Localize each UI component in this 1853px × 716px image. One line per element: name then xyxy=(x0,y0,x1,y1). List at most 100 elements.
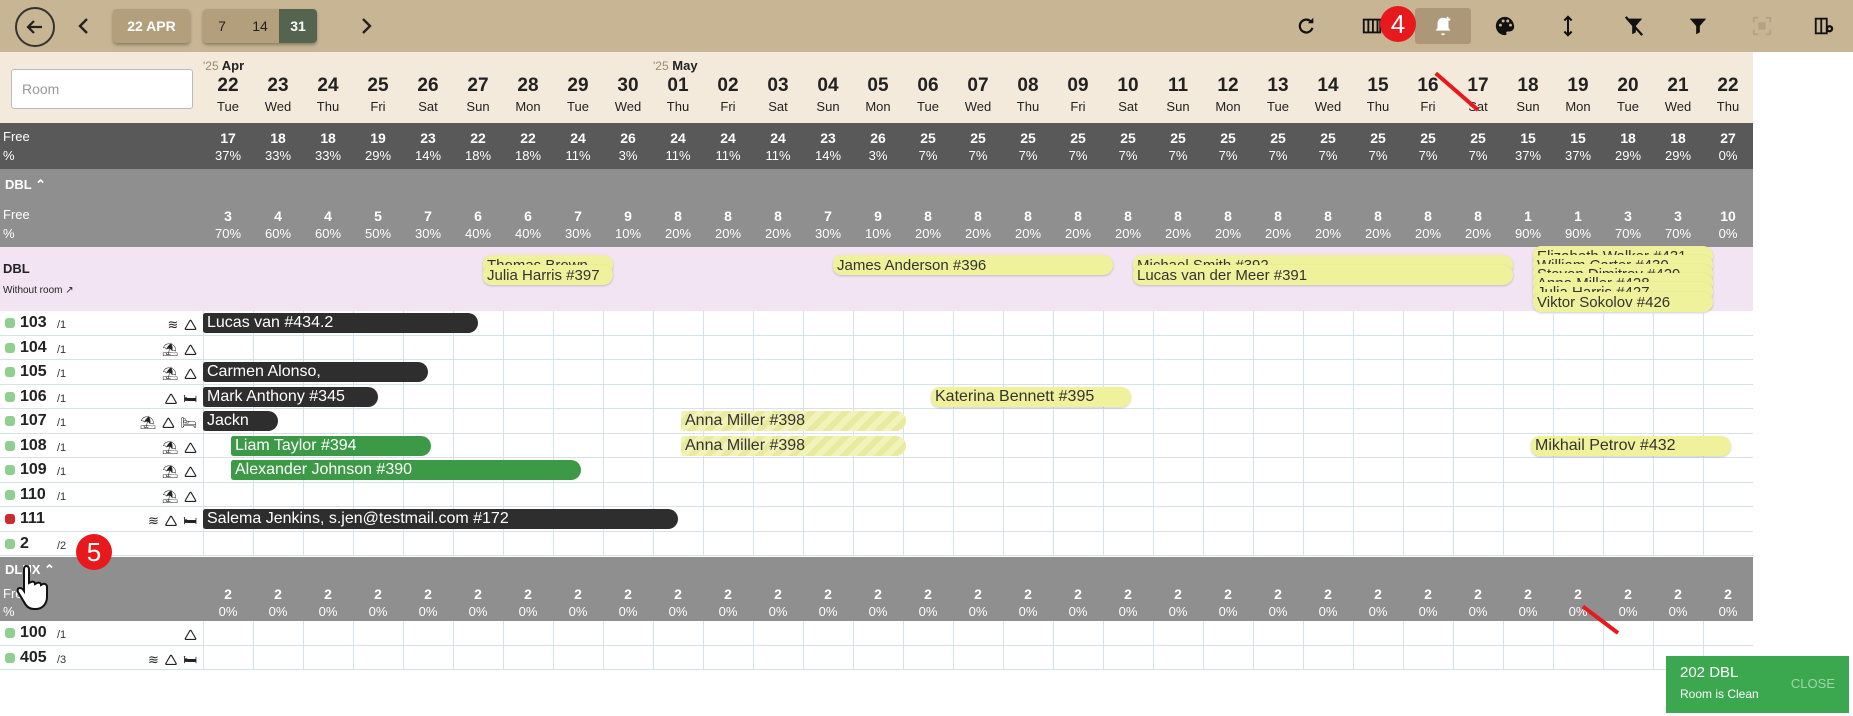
day-header[interactable]: 28 Mon xyxy=(503,52,553,123)
day-cell[interactable] xyxy=(1703,311,1753,335)
day-cell[interactable] xyxy=(603,645,653,669)
day-cell[interactable] xyxy=(1703,621,1753,645)
unassigned-booking[interactable]: Viktor Sokolov #426 xyxy=(1533,292,1713,312)
day-cell[interactable] xyxy=(703,384,753,408)
day-cell[interactable] xyxy=(1653,621,1703,645)
day-cell[interactable] xyxy=(1403,384,1453,408)
day-cell[interactable] xyxy=(1353,409,1403,433)
day-cell[interactable] xyxy=(1553,335,1603,359)
day-cell[interactable] xyxy=(1653,507,1703,531)
back-button[interactable] xyxy=(15,7,55,47)
day-cell[interactable] xyxy=(453,621,503,645)
day-header[interactable]: 04 Sun xyxy=(803,52,853,123)
day-cell[interactable] xyxy=(1353,482,1403,506)
day-cell[interactable] xyxy=(1203,458,1253,482)
day-cell[interactable] xyxy=(1053,621,1103,645)
day-cell[interactable] xyxy=(353,621,403,645)
day-header[interactable]: 07 Wed xyxy=(953,52,1003,123)
day-cell[interactable] xyxy=(603,482,653,506)
day-cell[interactable] xyxy=(1003,482,1053,506)
room-status-dot[interactable] xyxy=(5,628,15,638)
day-cell[interactable] xyxy=(503,482,553,506)
day-cell[interactable] xyxy=(1253,531,1303,555)
day-cell[interactable] xyxy=(1003,409,1053,433)
day-cell[interactable] xyxy=(1403,645,1453,669)
day-cell[interactable] xyxy=(1203,482,1253,506)
day-cell[interactable] xyxy=(1553,458,1603,482)
day-cell[interactable] xyxy=(1553,531,1603,555)
day-cell[interactable] xyxy=(653,645,703,669)
range-button-14[interactable]: 14 xyxy=(241,9,279,43)
day-cell[interactable] xyxy=(1503,384,1553,408)
day-cell[interactable] xyxy=(1053,531,1103,555)
day-cell[interactable] xyxy=(1303,311,1353,335)
day-cell[interactable] xyxy=(1253,335,1303,359)
day-cell[interactable] xyxy=(953,507,1003,531)
day-cell[interactable] xyxy=(203,482,253,506)
day-cell[interactable] xyxy=(1153,433,1203,457)
range-button-7[interactable]: 7 xyxy=(203,9,241,43)
day-cell[interactable] xyxy=(953,311,1003,335)
day-cell[interactable] xyxy=(1703,458,1753,482)
day-cell[interactable] xyxy=(1703,482,1753,506)
day-cell[interactable] xyxy=(1003,621,1053,645)
day-cell[interactable] xyxy=(1203,531,1253,555)
booking-bar[interactable]: Mark Anthony #345 xyxy=(203,386,378,407)
day-cell[interactable] xyxy=(903,507,953,531)
day-cell[interactable] xyxy=(953,531,1003,555)
day-cell[interactable] xyxy=(703,482,753,506)
day-header[interactable]: 22 Tue xyxy=(203,52,253,123)
day-cell[interactable] xyxy=(1103,621,1153,645)
day-cell[interactable] xyxy=(403,621,453,645)
day-cell[interactable] xyxy=(553,621,603,645)
day-cell[interactable] xyxy=(253,621,303,645)
day-cell[interactable] xyxy=(453,645,503,669)
day-cell[interactable] xyxy=(353,482,403,506)
day-cell[interactable] xyxy=(803,507,853,531)
day-cell[interactable] xyxy=(1153,311,1203,335)
day-cell[interactable] xyxy=(1453,507,1503,531)
day-cell[interactable] xyxy=(1153,360,1203,384)
day-cell[interactable] xyxy=(553,384,603,408)
day-cell[interactable] xyxy=(1303,433,1353,457)
day-cell[interactable] xyxy=(603,458,653,482)
day-cell[interactable] xyxy=(1053,482,1103,506)
day-header[interactable]: 25 Fri xyxy=(353,52,403,123)
day-header[interactable]: 26 Sat xyxy=(403,52,453,123)
day-cell[interactable] xyxy=(1453,360,1503,384)
day-cell[interactable] xyxy=(753,507,803,531)
day-cell[interactable] xyxy=(303,531,353,555)
range-button-31[interactable]: 31 xyxy=(279,9,317,43)
day-cell[interactable] xyxy=(1603,409,1653,433)
day-cell[interactable] xyxy=(553,645,603,669)
day-cell[interactable] xyxy=(453,335,503,359)
day-header[interactable]: 09 Fri xyxy=(1053,52,1103,123)
day-cell[interactable] xyxy=(253,482,303,506)
day-cell[interactable] xyxy=(953,360,1003,384)
day-header[interactable]: 17Sat xyxy=(1453,52,1503,123)
day-cell[interactable] xyxy=(853,621,903,645)
booking-bar[interactable]: Lucas van #434.2 xyxy=(203,313,478,333)
day-cell[interactable] xyxy=(1453,645,1503,669)
day-cell[interactable] xyxy=(1403,507,1453,531)
section-header-dlux[interactable]: DLUX ⌃ xyxy=(0,557,1753,583)
day-cell[interactable] xyxy=(503,621,553,645)
day-cell[interactable] xyxy=(1253,384,1303,408)
day-cell[interactable] xyxy=(303,645,353,669)
day-cell[interactable] xyxy=(1703,531,1753,555)
room-status-dot[interactable] xyxy=(5,538,15,549)
day-cell[interactable] xyxy=(303,335,353,359)
day-cell[interactable] xyxy=(803,621,853,645)
day-cell[interactable] xyxy=(603,409,653,433)
day-cell[interactable] xyxy=(903,335,953,359)
day-cell[interactable] xyxy=(1053,433,1103,457)
room-status-dot[interactable] xyxy=(5,489,15,500)
day-cell[interactable] xyxy=(1453,482,1503,506)
add-notification-button[interactable] xyxy=(1415,8,1471,44)
refresh-button[interactable] xyxy=(1286,8,1326,44)
day-header[interactable]: 05 Mon xyxy=(853,52,903,123)
day-cell[interactable] xyxy=(1503,335,1553,359)
booking-bar[interactable]: Anna Miller #398 xyxy=(681,435,906,456)
day-cell[interactable] xyxy=(1303,531,1353,555)
day-cell[interactable] xyxy=(1353,531,1403,555)
